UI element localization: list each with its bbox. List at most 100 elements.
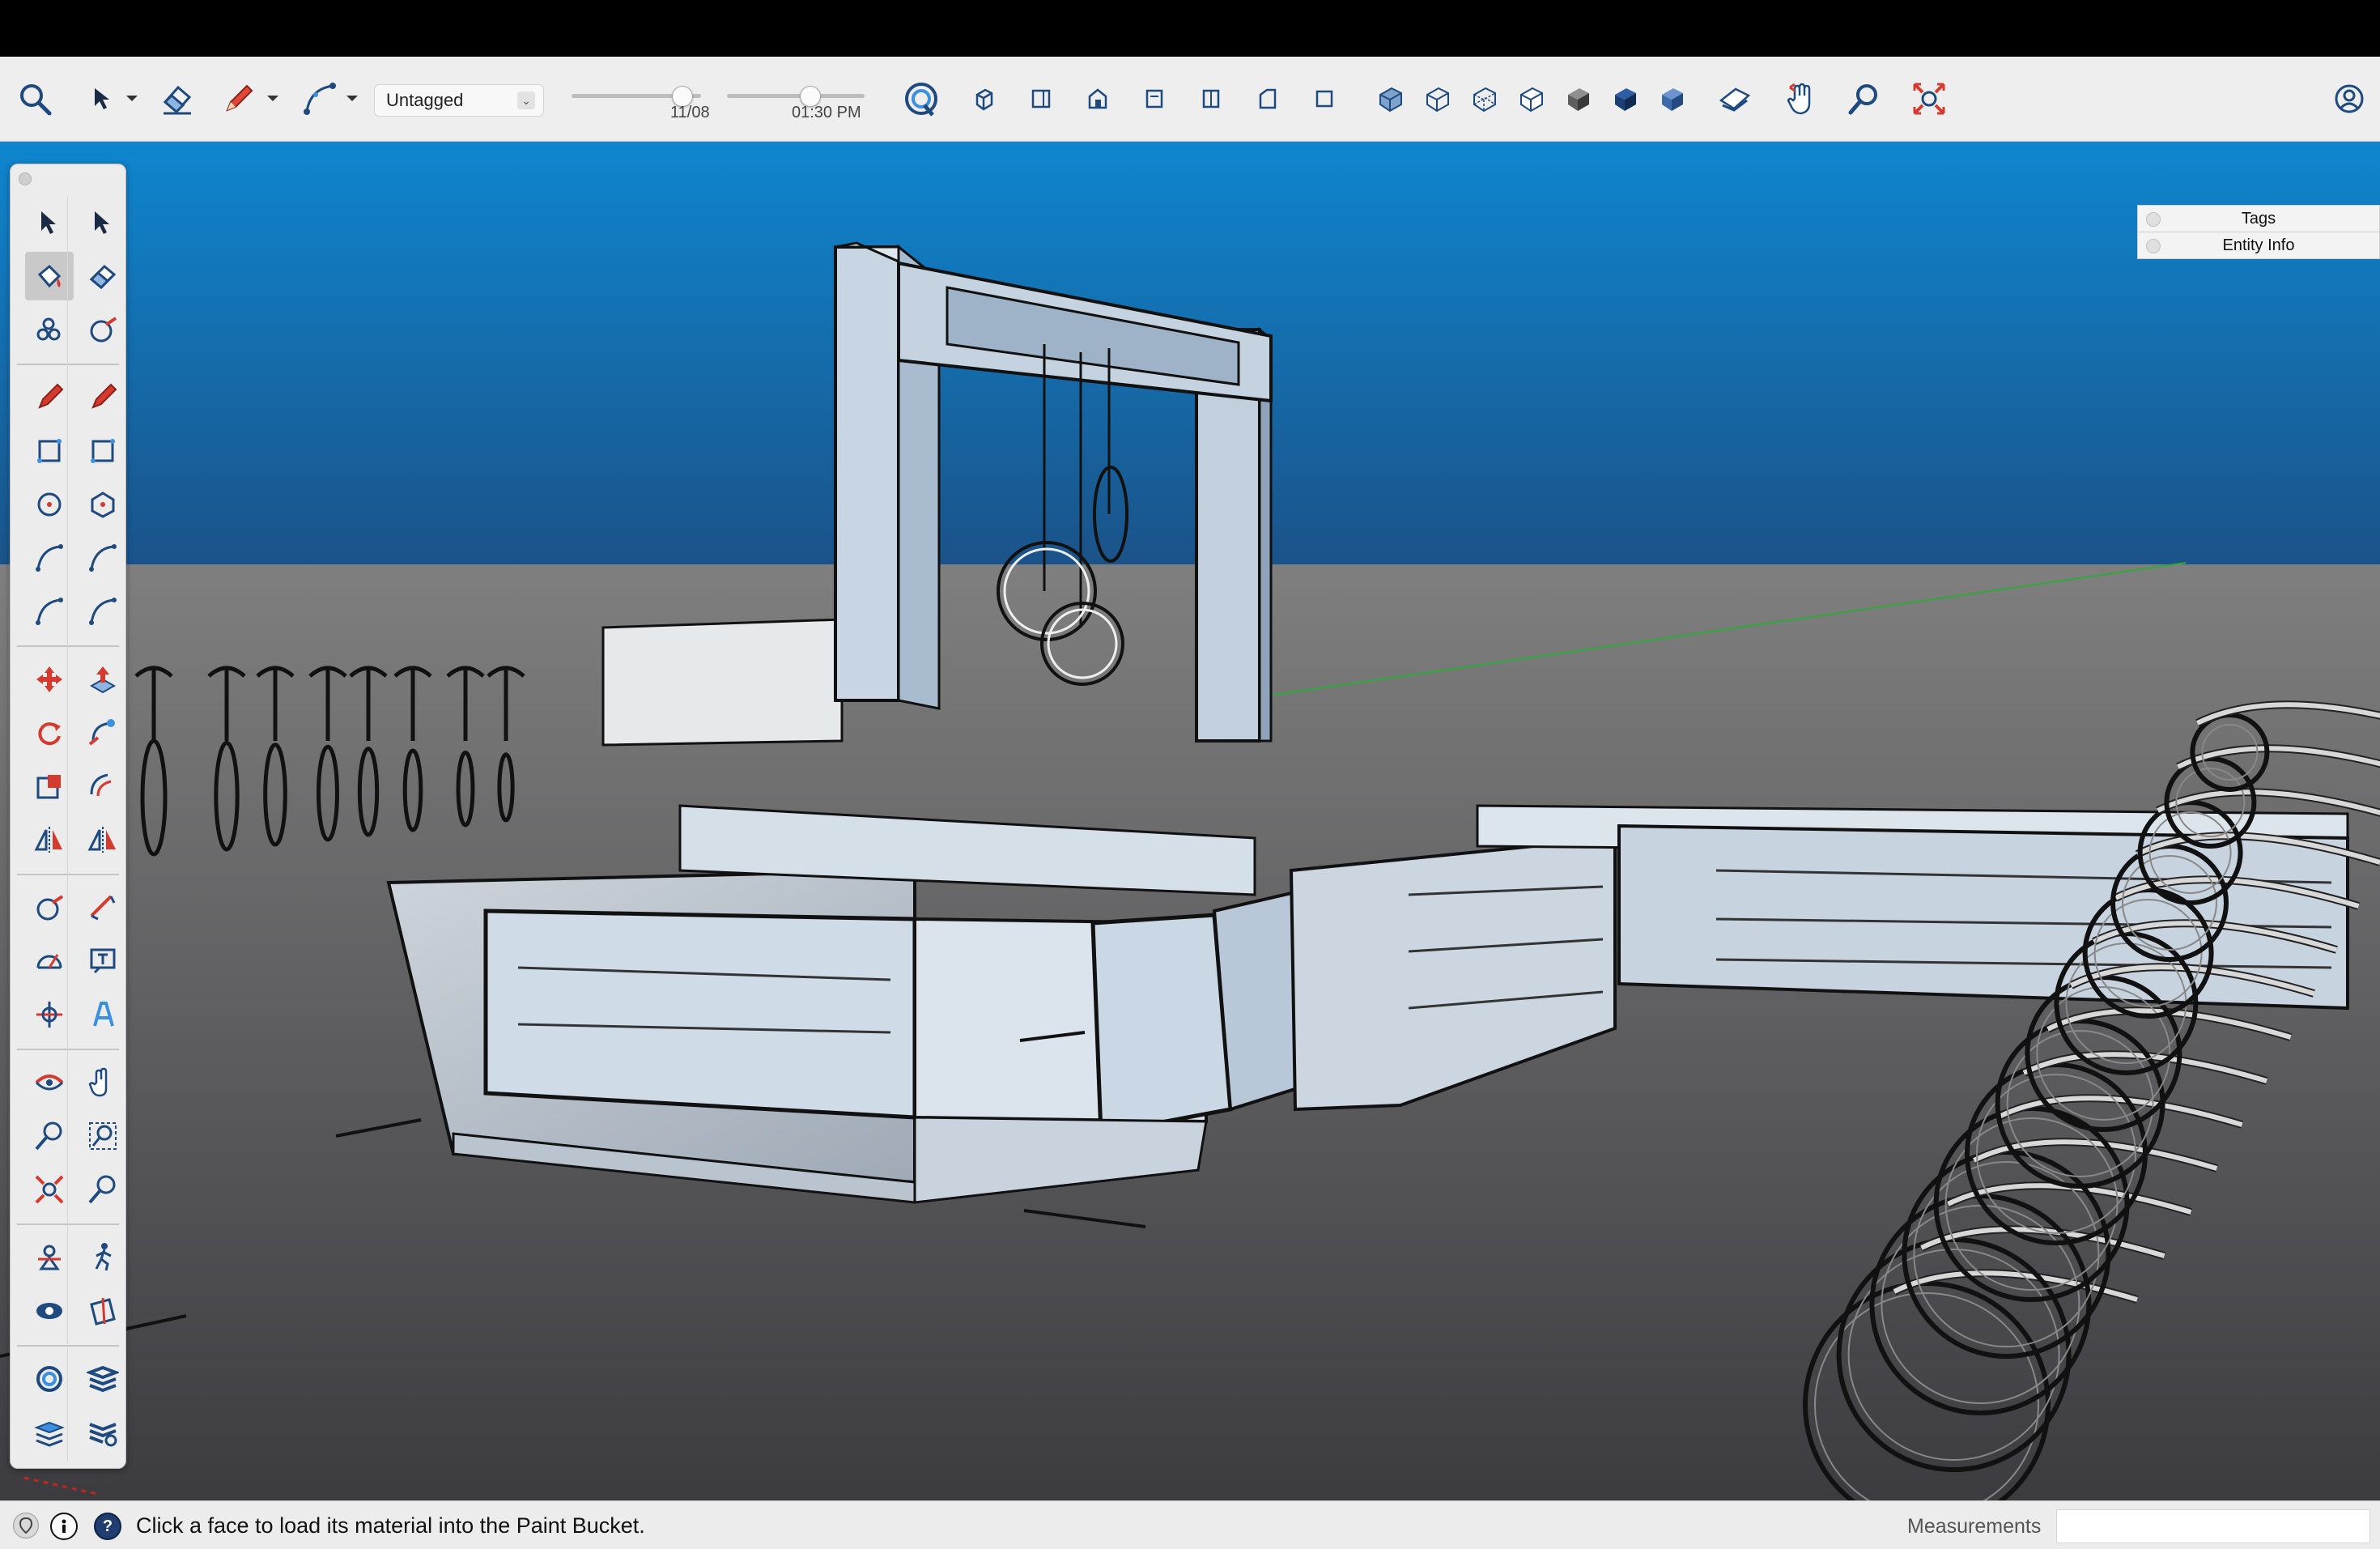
position-camera-tool-icon[interactable] (25, 1233, 74, 1282)
circle-tool-icon[interactable] (25, 480, 74, 529)
arc-dropdown-chevron-icon[interactable] (342, 76, 363, 121)
eraser-tool-icon[interactable] (79, 252, 127, 300)
scenes-tool-icon[interactable] (25, 1408, 74, 1457)
credits-info-icon[interactable] (50, 1513, 78, 1540)
look-around-tool-icon[interactable] (25, 1287, 74, 1335)
palette-separator (17, 1345, 119, 1347)
left-view-icon[interactable] (1252, 76, 1284, 121)
shaded-style-icon[interactable] (1562, 76, 1595, 121)
walk-tool-icon[interactable] (79, 1233, 127, 1282)
select-arrow-icon[interactable] (86, 76, 118, 121)
account-avatar-icon[interactable] (2331, 76, 2367, 121)
section-plane-icon[interactable] (1716, 76, 1753, 121)
rotate-tool-icon[interactable] (25, 709, 74, 757)
pencil-dropdown-chevron-icon[interactable] (262, 76, 283, 121)
xray-style-icon[interactable] (1375, 76, 1407, 121)
axes-tool-icon[interactable] (25, 990, 74, 1039)
pan-hand-icon[interactable] (1783, 76, 1820, 121)
3d-text-tool-icon[interactable] (79, 990, 127, 1039)
arc-tool-icon[interactable] (300, 76, 340, 121)
zoom-window-tool-icon[interactable] (79, 1112, 127, 1160)
measurements-input[interactable] (2056, 1509, 2370, 1543)
tray-entity-info-label: Entity Info (2222, 236, 2295, 254)
scale-tool-icon[interactable] (25, 762, 74, 811)
search-icon[interactable] (15, 76, 55, 121)
tape-measure-tool-icon[interactable] (79, 305, 127, 354)
settings-tool-icon[interactable] (79, 1408, 127, 1457)
shaded-textures-style-icon[interactable] (1609, 76, 1642, 121)
select-tool-icon[interactable] (25, 198, 74, 247)
palette-separator (17, 1223, 119, 1225)
iso-view-icon[interactable] (968, 76, 1001, 121)
front-view-icon[interactable] (1082, 76, 1114, 121)
top-view-icon[interactable] (1025, 76, 1057, 121)
pan-tool-icon[interactable] (79, 1058, 127, 1107)
zoom-icon[interactable] (1846, 76, 1883, 121)
entity-info-panel-toggle-dot[interactable] (2146, 239, 2161, 253)
monochrome-style-icon[interactable] (1656, 76, 1689, 121)
status-bar: ? Click a face to load its material into… (0, 1500, 2380, 1549)
rectangle-tool-icon[interactable] (25, 427, 74, 475)
shadow-time-slider[interactable] (727, 57, 865, 107)
lasso-select-tool-icon[interactable] (79, 198, 127, 247)
tag-select[interactable]: Untagged ⌄ (374, 84, 544, 117)
palette-separator (17, 874, 119, 875)
model-viewport[interactable] (0, 142, 2380, 1500)
instructor-help-icon[interactable]: ? (94, 1513, 121, 1540)
styles-tool-icon[interactable] (25, 1355, 74, 1403)
follow-me-tool-icon[interactable] (79, 709, 127, 757)
large-tool-set-palette (10, 164, 126, 1469)
back-view-icon[interactable] (1195, 76, 1227, 121)
right-view-icon[interactable] (1138, 76, 1171, 121)
status-hint-text: Click a face to load its material into t… (136, 1513, 645, 1538)
tray-tags-panel[interactable]: Tags (2137, 205, 2380, 232)
2-point-arc-tool-icon[interactable] (79, 534, 127, 582)
tray-entity-info-panel[interactable]: Entity Info (2137, 232, 2380, 259)
default-tray: Tags Entity Info (2137, 205, 2380, 259)
orbit-tool-icon[interactable] (25, 1058, 74, 1107)
tape-measure-tool-icon[interactable] (25, 883, 74, 932)
push-pull-tool-icon[interactable] (79, 655, 127, 704)
arc-tool-icon[interactable] (25, 534, 74, 582)
pencil-icon[interactable] (220, 76, 257, 121)
sketchup-window: Untagged ⌄ 11/08 01:30 PM Tags Entity In… (0, 0, 2380, 1549)
chevron-down-icon: ⌄ (517, 91, 535, 109)
zoom-extents-tool-icon[interactable] (25, 1165, 74, 1214)
polygon-tool-icon[interactable] (79, 480, 127, 529)
wireframe-style-icon[interactable] (1468, 76, 1501, 121)
paint-bucket-tool-icon[interactable] (25, 252, 74, 300)
shadow-date-slider[interactable] (572, 57, 701, 107)
line-tool-icon[interactable] (25, 373, 74, 422)
zoom-extents-icon[interactable] (1910, 76, 1948, 121)
layers-tool-icon[interactable] (79, 1355, 127, 1403)
measurements-label: Measurements (1907, 1515, 2042, 1538)
3-point-arc-tool-icon[interactable] (25, 587, 74, 636)
zoom-tool-icon[interactable] (25, 1112, 74, 1160)
text-tool-icon[interactable] (79, 937, 127, 985)
bottom-view-icon[interactable] (1308, 76, 1341, 121)
styles-icon[interactable] (897, 76, 946, 121)
rotated-rectangle-tool-icon[interactable] (79, 427, 127, 475)
main-toolbar: Untagged ⌄ 11/08 01:30 PM (0, 57, 2380, 142)
mirror-tool-icon[interactable] (79, 815, 127, 864)
protractor-tool-icon[interactable] (25, 937, 74, 985)
window-title-band (0, 0, 2380, 57)
select-dropdown-chevron-icon[interactable] (121, 76, 142, 121)
eraser-icon[interactable] (155, 76, 198, 121)
flip-tool-icon[interactable] (25, 815, 74, 864)
hidden-line-style-icon[interactable] (1515, 76, 1548, 121)
shadow-time-track (727, 94, 865, 98)
previous-view-tool-icon[interactable] (79, 1165, 127, 1214)
offset-tool-icon[interactable] (79, 762, 127, 811)
tag-tool-icon[interactable] (25, 305, 74, 354)
section-plane-tool-icon[interactable] (79, 1287, 127, 1335)
geo-location-icon[interactable] (13, 1513, 39, 1538)
move-tool-icon[interactable] (25, 655, 74, 704)
dimension-tool-icon[interactable] (79, 883, 127, 932)
tags-panel-toggle-dot[interactable] (2146, 212, 2161, 227)
pie-tool-icon[interactable] (79, 587, 127, 636)
palette-close-button[interactable] (19, 172, 32, 185)
model-scene[interactable] (0, 142, 2380, 1500)
back-edges-style-icon[interactable] (1422, 76, 1454, 121)
freehand-tool-icon[interactable] (79, 373, 127, 422)
